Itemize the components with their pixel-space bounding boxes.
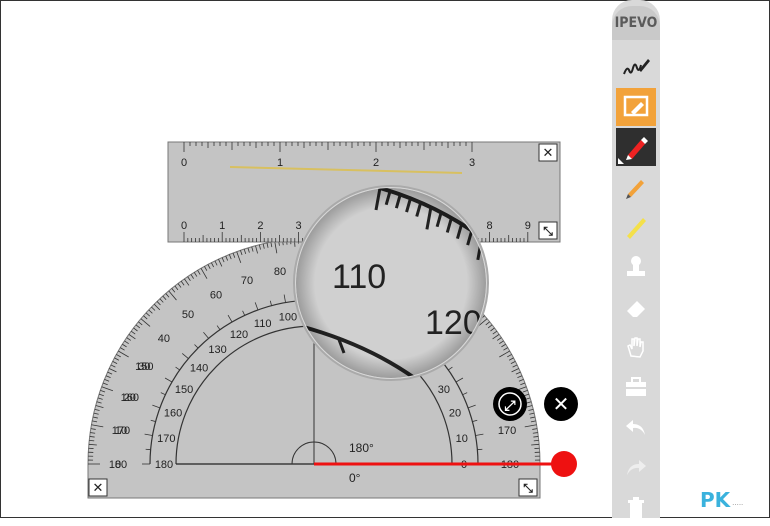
protractor-label: 130 — [208, 344, 226, 356]
protractor-label: 170 — [498, 425, 516, 437]
pan-button[interactable] — [616, 328, 656, 366]
protractor-label: 40 — [158, 333, 170, 345]
protractor-label: 150 — [135, 361, 153, 373]
ruler-label: 2 — [257, 220, 263, 232]
ruler-label: 3 — [469, 157, 475, 169]
pen-style-button[interactable] — [616, 48, 656, 86]
protractor-tick — [534, 440, 539, 441]
protractor-label: 70 — [241, 275, 253, 287]
eraser-button[interactable] — [616, 288, 656, 326]
pen-style-icon — [621, 54, 651, 80]
toolbox-button[interactable] — [616, 368, 656, 406]
expand-icon: ⤢ — [504, 398, 515, 414]
whiteboard-button[interactable] — [616, 88, 656, 126]
ruler-label: 1 — [219, 220, 225, 232]
angle-readout-top: 180° — [349, 441, 374, 455]
protractor-label: 170 — [157, 433, 175, 445]
watermark-logo: PK····· — [700, 488, 743, 512]
close-tool-button[interactable]: ✕ — [544, 387, 578, 421]
ruler-label: 2 — [373, 157, 379, 169]
rotate-handle[interactable] — [551, 451, 577, 477]
ruler-label: 3 — [296, 220, 302, 232]
magnified-tick — [488, 245, 492, 259]
redo-icon — [623, 454, 649, 480]
ipevo-toolbar: IPEVO — [612, 0, 660, 518]
resize-icon: ⤡ — [523, 481, 533, 495]
ruler-close-button[interactable]: ✕ — [539, 144, 557, 161]
protractor-resize-button[interactable]: ⤡ — [519, 479, 537, 496]
eraser-icon — [623, 294, 649, 320]
protractor-label: 50 — [182, 309, 194, 321]
pencil-icon — [623, 174, 649, 200]
protractor-label: 20 — [449, 408, 461, 420]
trash-icon — [623, 494, 649, 520]
stamp-button[interactable] — [616, 248, 656, 286]
protractor-label: 10 — [456, 433, 468, 445]
resize-icon: ⤡ — [543, 224, 553, 238]
undo-icon — [623, 414, 649, 440]
angle-readout-bottom: 0° — [349, 471, 361, 485]
close-icon: ✕ — [93, 481, 104, 496]
ruler-label: 1 — [277, 157, 283, 169]
ruler-label: 8 — [487, 220, 493, 232]
redo-button[interactable] — [616, 448, 656, 486]
highlighter-icon — [623, 214, 649, 240]
protractor-label: 160 — [121, 392, 139, 404]
expand-button[interactable]: ⤢ — [493, 387, 527, 421]
protractor-label: 60 — [210, 289, 222, 301]
protractor-close-button[interactable]: ✕ — [89, 479, 107, 496]
protractor-label: 180 — [109, 459, 127, 471]
stamp-icon — [623, 254, 649, 280]
protractor-label: 100 — [279, 311, 297, 323]
protractor-label: 120 — [230, 329, 248, 341]
protractor-tick — [89, 440, 94, 441]
whiteboard-icon — [622, 94, 650, 120]
hand-icon — [623, 334, 649, 360]
protractor-label: 170 — [112, 425, 130, 437]
protractor-label: 180 — [155, 459, 173, 471]
ruler-label: 0 — [181, 220, 187, 232]
protractor-label: 140 — [190, 363, 208, 375]
brand-logo: IPEVO — [612, 6, 660, 40]
ruler-resize-button[interactable]: ⤡ — [539, 222, 557, 239]
trash-button[interactable] — [616, 488, 656, 526]
toolbox-icon — [623, 374, 649, 400]
ruler-label: 9 — [525, 220, 531, 232]
highlighter-button[interactable] — [616, 208, 656, 246]
close-icon: ✕ — [543, 146, 554, 161]
protractor-label: 80 — [274, 266, 286, 278]
protractor-label: 30 — [438, 384, 450, 396]
red-pen-button[interactable] — [616, 128, 656, 166]
protractor-label: 110 — [254, 318, 272, 330]
red-pen-icon — [622, 133, 650, 161]
pencil-button[interactable] — [616, 168, 656, 206]
close-icon: ✕ — [553, 392, 570, 416]
protractor-label: 150 — [175, 384, 193, 396]
undo-button[interactable] — [616, 408, 656, 446]
ruler-label: 0 — [181, 157, 187, 169]
protractor-label: 160 — [164, 408, 182, 420]
